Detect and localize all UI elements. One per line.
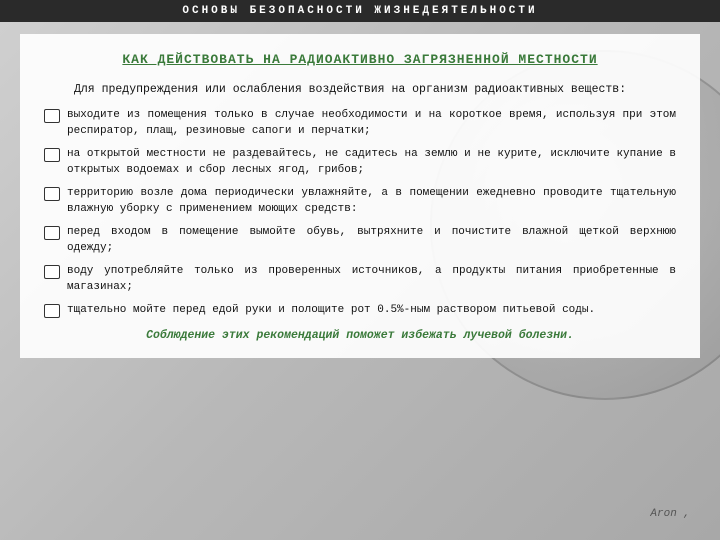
bullet-text: территорию возле дома периодически увлаж… — [67, 186, 676, 218]
author-note: Aron , — [650, 508, 690, 520]
bullet-item: перед входом в помещение вымойте обувь, … — [44, 225, 676, 257]
bullet-item: выходите из помещения только в случае не… — [44, 108, 676, 140]
intro-text: Для предупреждения или ослабления воздей… — [44, 81, 676, 98]
bullet-item: территорию возле дома периодически увлаж… — [44, 186, 676, 218]
checkbox-icon — [44, 187, 60, 201]
header-bar: ОСНОВЫ БЕЗОПАСНОСТИ ЖИЗНЕДЕЯТЕЛЬНОСТИ — [0, 0, 720, 22]
bullet-item: воду употребляйте только из проверенных … — [44, 264, 676, 296]
bullet-text: выходите из помещения только в случае не… — [67, 108, 676, 140]
page-container: ОСНОВЫ БЕЗОПАСНОСТИ ЖИЗНЕДЕЯТЕЛЬНОСТИ КА… — [0, 0, 720, 540]
checkbox-icon — [44, 109, 60, 123]
bullet-item: тщательно мойте перед едой руки и полощи… — [44, 303, 676, 319]
bullet-text: тщательно мойте перед едой руки и полощи… — [67, 303, 676, 319]
main-title: КАК ДЕЙСТВОВАТЬ НА РАДИОАКТИВНО ЗАГРЯЗНЕ… — [44, 52, 676, 67]
checkbox-icon — [44, 265, 60, 279]
bullet-text: воду употребляйте только из проверенных … — [67, 264, 676, 296]
header-title: ОСНОВЫ БЕЗОПАСНОСТИ ЖИЗНЕДЕЯТЕЛЬНОСТИ — [182, 5, 537, 17]
content-card: КАК ДЕЙСТВОВАТЬ НА РАДИОАКТИВНО ЗАГРЯЗНЕ… — [20, 34, 700, 358]
checkbox-icon — [44, 226, 60, 240]
bullet-item: на открытой местности не раздевайтесь, н… — [44, 147, 676, 179]
checkbox-icon — [44, 304, 60, 318]
bullet-text: перед входом в помещение вымойте обувь, … — [67, 225, 676, 257]
bullet-list: выходите из помещения только в случае не… — [44, 108, 676, 318]
checkbox-icon — [44, 148, 60, 162]
footer-text: Соблюдение этих рекомендаций поможет изб… — [44, 329, 676, 342]
bullet-text: на открытой местности не раздевайтесь, н… — [67, 147, 676, 179]
